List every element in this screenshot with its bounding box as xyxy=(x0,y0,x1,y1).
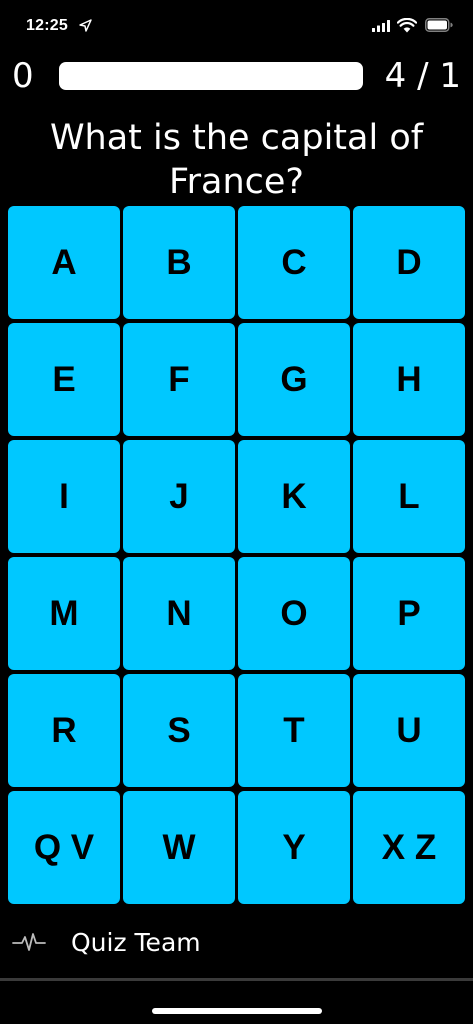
letter-key[interactable]: U xyxy=(353,674,465,787)
location-arrow-icon xyxy=(79,19,92,32)
letter-key[interactable]: G xyxy=(238,323,350,436)
letter-key[interactable]: C xyxy=(238,206,350,319)
letter-keyboard: ABCD EFGH IJKL MNOP RSTU Q VWYX Z xyxy=(8,206,465,904)
letter-key[interactable]: T xyxy=(238,674,350,787)
letter-key[interactable]: I xyxy=(8,440,120,553)
letter-key[interactable]: X Z xyxy=(353,791,465,904)
letter-key[interactable]: D xyxy=(353,206,465,319)
wifi-icon xyxy=(397,18,417,33)
status-time: 12:25 xyxy=(26,17,68,34)
quiz-screen: 12:25 0 4 / 1 What is the capital of Fra… xyxy=(0,0,473,1024)
letter-key[interactable]: H xyxy=(353,323,465,436)
home-indicator[interactable] xyxy=(152,1008,322,1014)
score-value: 0 xyxy=(12,56,34,96)
letter-key[interactable]: W xyxy=(123,791,235,904)
footer-bar: Quiz Team xyxy=(0,918,473,968)
letter-key[interactable]: Y xyxy=(238,791,350,904)
progress-bar-fill xyxy=(59,62,363,90)
letter-key[interactable]: B xyxy=(123,206,235,319)
letter-key[interactable]: P xyxy=(353,557,465,670)
letter-key[interactable]: O xyxy=(238,557,350,670)
letter-key[interactable]: N xyxy=(123,557,235,670)
letter-key[interactable]: M xyxy=(8,557,120,670)
letter-key[interactable]: J xyxy=(123,440,235,553)
letter-key[interactable]: A xyxy=(8,206,120,319)
letter-key[interactable]: E xyxy=(8,323,120,436)
question-counter: 4 / 1 xyxy=(384,56,461,96)
cellular-signal-icon xyxy=(372,20,390,32)
battery-icon xyxy=(425,18,453,32)
letter-key[interactable]: K xyxy=(238,440,350,553)
activity-pulse-icon xyxy=(12,933,46,951)
letter-key[interactable]: F xyxy=(123,323,235,436)
letter-key[interactable]: Q V xyxy=(8,791,120,904)
question-text: What is the capital of France? xyxy=(49,118,424,202)
letter-key[interactable]: L xyxy=(353,440,465,553)
footer-divider xyxy=(0,978,473,981)
status-bar: 12:25 xyxy=(0,0,473,54)
letter-key[interactable]: S xyxy=(123,674,235,787)
team-name[interactable]: Quiz Team xyxy=(71,927,201,959)
progress-bar xyxy=(59,62,363,90)
letter-key[interactable]: R xyxy=(8,674,120,787)
